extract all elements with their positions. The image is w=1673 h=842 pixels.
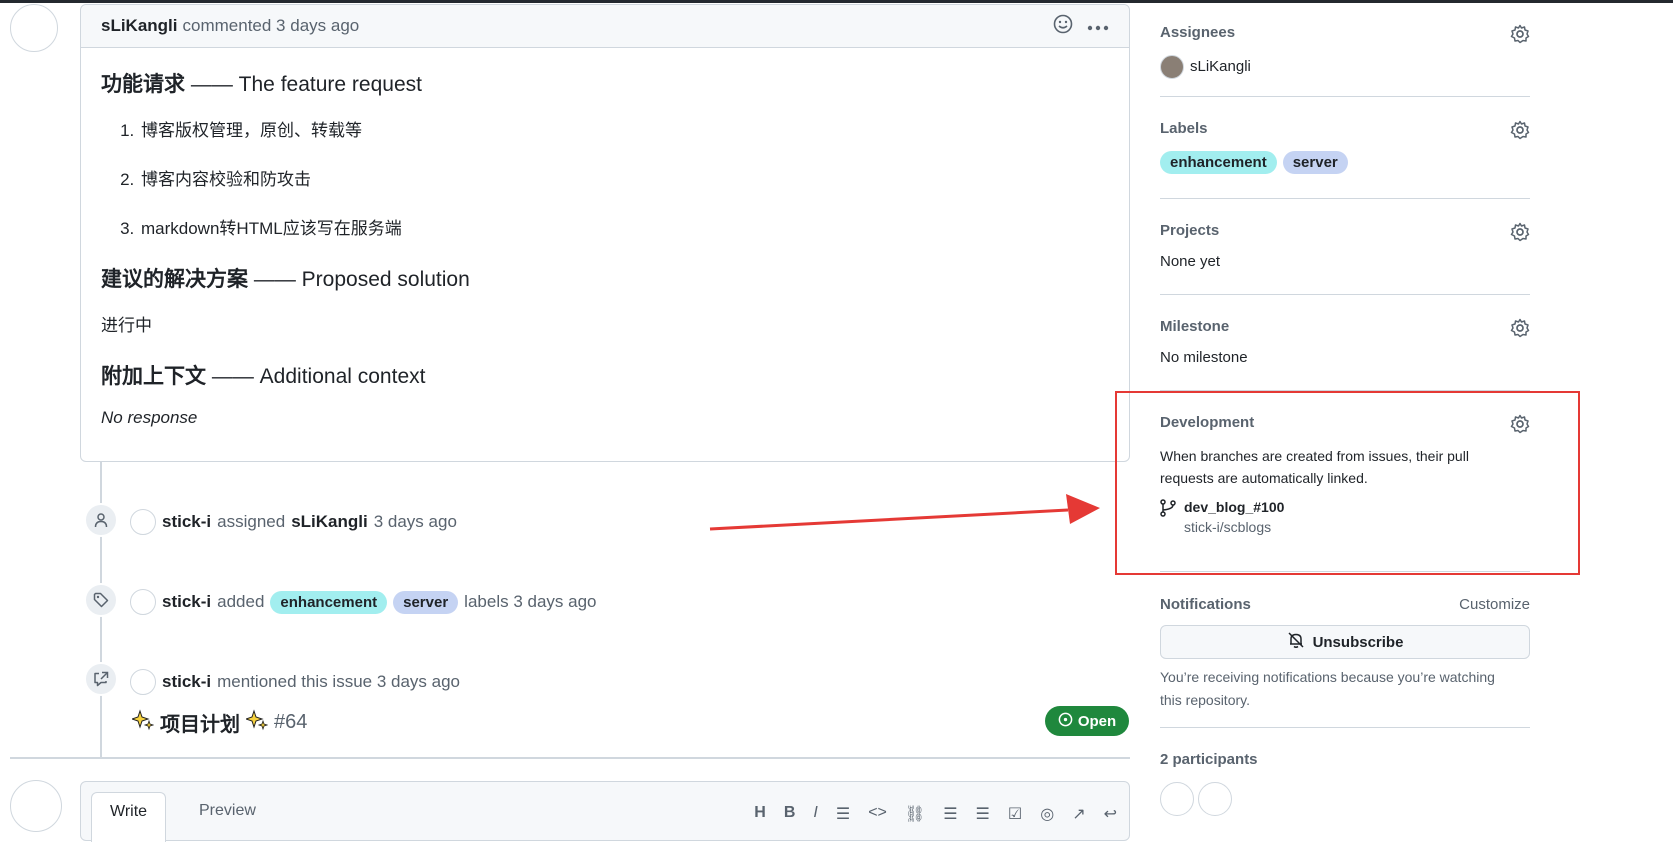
milestone-title[interactable]: Milestone xyxy=(1160,318,1530,335)
reference-icon[interactable]: ↗ xyxy=(1072,804,1085,824)
sidebar-divider xyxy=(1160,198,1530,199)
person-icon xyxy=(84,503,118,537)
avatar[interactable] xyxy=(1160,55,1184,79)
timeline-label-event: stick-i added enhancement server labels … xyxy=(130,589,597,615)
quote-icon[interactable]: ☰ xyxy=(836,804,850,824)
feature-list: 博客版权管理，原创、转载等 博客内容校验和防攻击 markdown转HTML应该… xyxy=(139,116,1109,239)
tab-preview[interactable]: Preview xyxy=(181,792,274,830)
numbered-list-icon[interactable]: ☰ xyxy=(976,804,990,824)
heading-icon[interactable]: H xyxy=(754,804,766,824)
unsubscribe-button[interactable]: Unsubscribe xyxy=(1160,625,1530,659)
comment-editor: Write Preview H B I ☰ <> ⛓ ☰ ☰ ☑ ◎ ↗ ↩ xyxy=(80,781,1130,842)
sidebar-participants: 2 participants xyxy=(1160,751,1530,768)
participant-avatar[interactable] xyxy=(1198,782,1232,816)
label-server[interactable]: server xyxy=(393,590,459,614)
annotation-highlight-box xyxy=(1115,391,1580,575)
sparkles-icon xyxy=(130,708,155,737)
sidebar-assignees: Assignees sLiKangli xyxy=(1160,24,1530,79)
assignee-user[interactable]: sLiKangli xyxy=(1160,55,1530,79)
mention-icon[interactable]: ◎ xyxy=(1040,804,1054,824)
link-icon[interactable]: ⛓ xyxy=(905,804,925,824)
timeline-divider xyxy=(10,757,1130,759)
bullet-list-icon[interactable]: ☰ xyxy=(943,804,957,824)
notification-reason: You’re receiving notifications because y… xyxy=(1160,669,1495,708)
labels-title[interactable]: Labels xyxy=(1160,120,1530,137)
actor-link[interactable]: stick-i xyxy=(162,672,211,692)
open-state-badge: Open xyxy=(1045,706,1129,736)
context-text: No response xyxy=(101,408,198,427)
avatar[interactable] xyxy=(130,589,156,615)
comment-author[interactable]: sLiKangli xyxy=(101,16,178,36)
participant-avatar[interactable] xyxy=(1160,782,1194,816)
timeline-assign-event: stick-i assigned sLiKangli 3 days ago xyxy=(130,509,457,535)
customize-link[interactable]: Customize xyxy=(1459,596,1530,613)
projects-value: None yet xyxy=(1160,253,1221,270)
comment-author-avatar[interactable] xyxy=(10,4,58,52)
gear-icon[interactable] xyxy=(1510,222,1530,247)
projects-title[interactable]: Projects xyxy=(1160,222,1530,239)
more-options-icon[interactable] xyxy=(1087,16,1109,36)
section-feature-request: 功能请求 —— The feature request xyxy=(101,73,422,96)
referenced-issue[interactable]: 项目计划 #64 xyxy=(130,708,307,737)
sidebar-labels: Labels enhancement server xyxy=(1160,120,1530,174)
top-border xyxy=(0,0,1673,3)
label-server[interactable]: server xyxy=(1282,151,1348,174)
assignees-title[interactable]: Assignees xyxy=(1160,24,1530,41)
current-user-avatar[interactable] xyxy=(10,780,62,832)
referenced-issue-title[interactable]: 项目计划 xyxy=(160,708,240,737)
list-item: 博客内容校验和防攻击 xyxy=(139,165,1109,190)
reply-icon[interactable]: ↩ xyxy=(1104,804,1117,824)
tag-icon xyxy=(84,583,118,617)
referenced-issue-number[interactable]: #64 xyxy=(274,711,307,734)
sidebar-milestone: Milestone No milestone xyxy=(1160,318,1530,366)
avatar[interactable] xyxy=(130,509,156,535)
milestone-value: No milestone xyxy=(1160,349,1248,366)
sparkles-icon xyxy=(244,708,269,737)
assignee-link[interactable]: sLiKangli xyxy=(291,512,368,532)
bell-slash-icon xyxy=(1287,631,1305,653)
sidebar-projects: Projects None yet xyxy=(1160,222,1530,270)
comment-action[interactable]: commented 3 days ago xyxy=(183,16,360,36)
actor-link[interactable]: stick-i xyxy=(162,592,211,612)
emoji-reaction-icon[interactable] xyxy=(1053,14,1073,39)
sidebar-divider xyxy=(1160,96,1530,97)
tab-write[interactable]: Write xyxy=(91,792,167,842)
section-additional-context: 附加上下文 —— Additional context xyxy=(101,365,426,388)
timeline-mention-event: stick-i mentioned this issue 3 days ago xyxy=(130,669,460,695)
comment-body: 功能请求 —— The feature request 博客版权管理，原创、转载… xyxy=(81,48,1129,472)
sidebar-divider xyxy=(1160,727,1530,728)
list-item: 博客版权管理，原创、转载等 xyxy=(139,116,1109,141)
issue-opened-icon xyxy=(1058,712,1073,731)
task-list-icon[interactable]: ☑ xyxy=(1008,804,1022,824)
label-enhancement[interactable]: enhancement xyxy=(1160,151,1277,174)
sidebar-notifications: Notifications Customize xyxy=(1160,596,1530,613)
solution-text: 进行中 xyxy=(101,316,152,335)
participants-title: 2 participants xyxy=(1160,751,1258,768)
bold-icon[interactable]: B xyxy=(784,804,796,824)
italic-icon[interactable]: I xyxy=(813,804,817,824)
cross-reference-icon xyxy=(84,662,118,696)
code-icon[interactable]: <> xyxy=(868,804,887,824)
gear-icon[interactable] xyxy=(1510,120,1530,145)
sidebar-divider xyxy=(1160,294,1530,295)
gear-icon[interactable] xyxy=(1510,24,1530,49)
section-proposed-solution: 建议的解决方案 —— Proposed solution xyxy=(101,268,470,291)
comment-header: sLiKangli commented 3 days ago xyxy=(81,5,1129,48)
gear-icon[interactable] xyxy=(1510,318,1530,343)
editor-toolbar: H B I ☰ <> ⛓ ☰ ☰ ☑ ◎ ↗ ↩ xyxy=(754,804,1117,824)
label-enhancement[interactable]: enhancement xyxy=(270,590,388,614)
avatar[interactable] xyxy=(130,669,156,695)
actor-link[interactable]: stick-i xyxy=(162,512,211,532)
list-item: markdown转HTML应该写在服务端 xyxy=(139,214,1109,239)
issue-comment: sLiKangli commented 3 days ago 功能请求 —— T… xyxy=(80,4,1130,462)
